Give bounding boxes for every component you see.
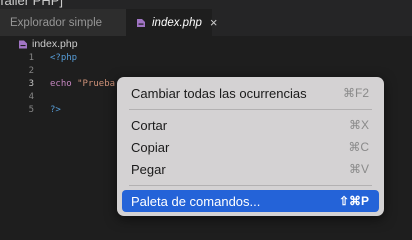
menu-separator [129, 109, 372, 110]
php-file-icon [19, 40, 27, 48]
tab-label: index.php [152, 16, 202, 29]
tab-index-php[interactable]: index.php × [126, 9, 217, 36]
code-line: 1 <?php [0, 52, 412, 65]
menu-item-command-palette[interactable]: Paleta de comandos... ⇧⌘P [122, 190, 379, 212]
menu-item-label: Cambiar todas las ocurrencias [131, 85, 307, 101]
line-number: 1 [28, 53, 34, 63]
menu-item-shortcut: ⌘V [348, 162, 369, 176]
menu-item-paste[interactable]: Pegar ⌘V [122, 158, 379, 180]
close-icon[interactable]: × [210, 15, 218, 30]
line-number: 4 [28, 92, 34, 102]
menu-item-copy[interactable]: Copiar ⌘C [122, 136, 379, 158]
menu-item-label: Paleta de comandos... [131, 193, 261, 209]
title-bar: Taller PHP] [0, 0, 412, 9]
tab-explorador-simple[interactable]: Explorador simple [0, 9, 126, 36]
breadcrumb-file[interactable]: index.php [32, 38, 78, 50]
php-close-tag: ?> [50, 105, 61, 115]
menu-item-shortcut: ⇧⌘P [338, 194, 369, 208]
menu-separator [129, 185, 372, 186]
menu-item-label: Pegar [131, 161, 166, 177]
menu-item-label: Cortar [131, 117, 168, 133]
string-literal: "Prueba [77, 79, 116, 89]
echo-keyword: echo [50, 79, 72, 89]
line-number: 2 [28, 66, 34, 76]
menu-item-shortcut: ⌘F2 [342, 86, 369, 100]
code-text: echo "Prueba [50, 78, 115, 91]
menu-item-label: Copiar [131, 139, 170, 155]
context-menu: Cambiar todas las ocurrencias ⌘F2 Cortar… [117, 77, 384, 216]
breadcrumb: index.php [0, 36, 412, 52]
menu-item-shortcut: ⌘X [348, 118, 369, 132]
menu-item-shortcut: ⌘C [348, 140, 369, 154]
window-title: Taller PHP] [0, 0, 64, 8]
php-file-icon [137, 18, 145, 27]
line-number: 5 [28, 105, 34, 115]
menu-item-change-all-occurrences[interactable]: Cambiar todas las ocurrencias ⌘F2 [122, 82, 379, 104]
line-number: 3 [28, 79, 34, 89]
php-open-tag: <?php [50, 53, 78, 63]
tab-label: Explorador simple [10, 16, 103, 29]
tab-bar: Explorador simple index.php × [0, 9, 412, 36]
menu-item-cut[interactable]: Cortar ⌘X [122, 114, 379, 136]
